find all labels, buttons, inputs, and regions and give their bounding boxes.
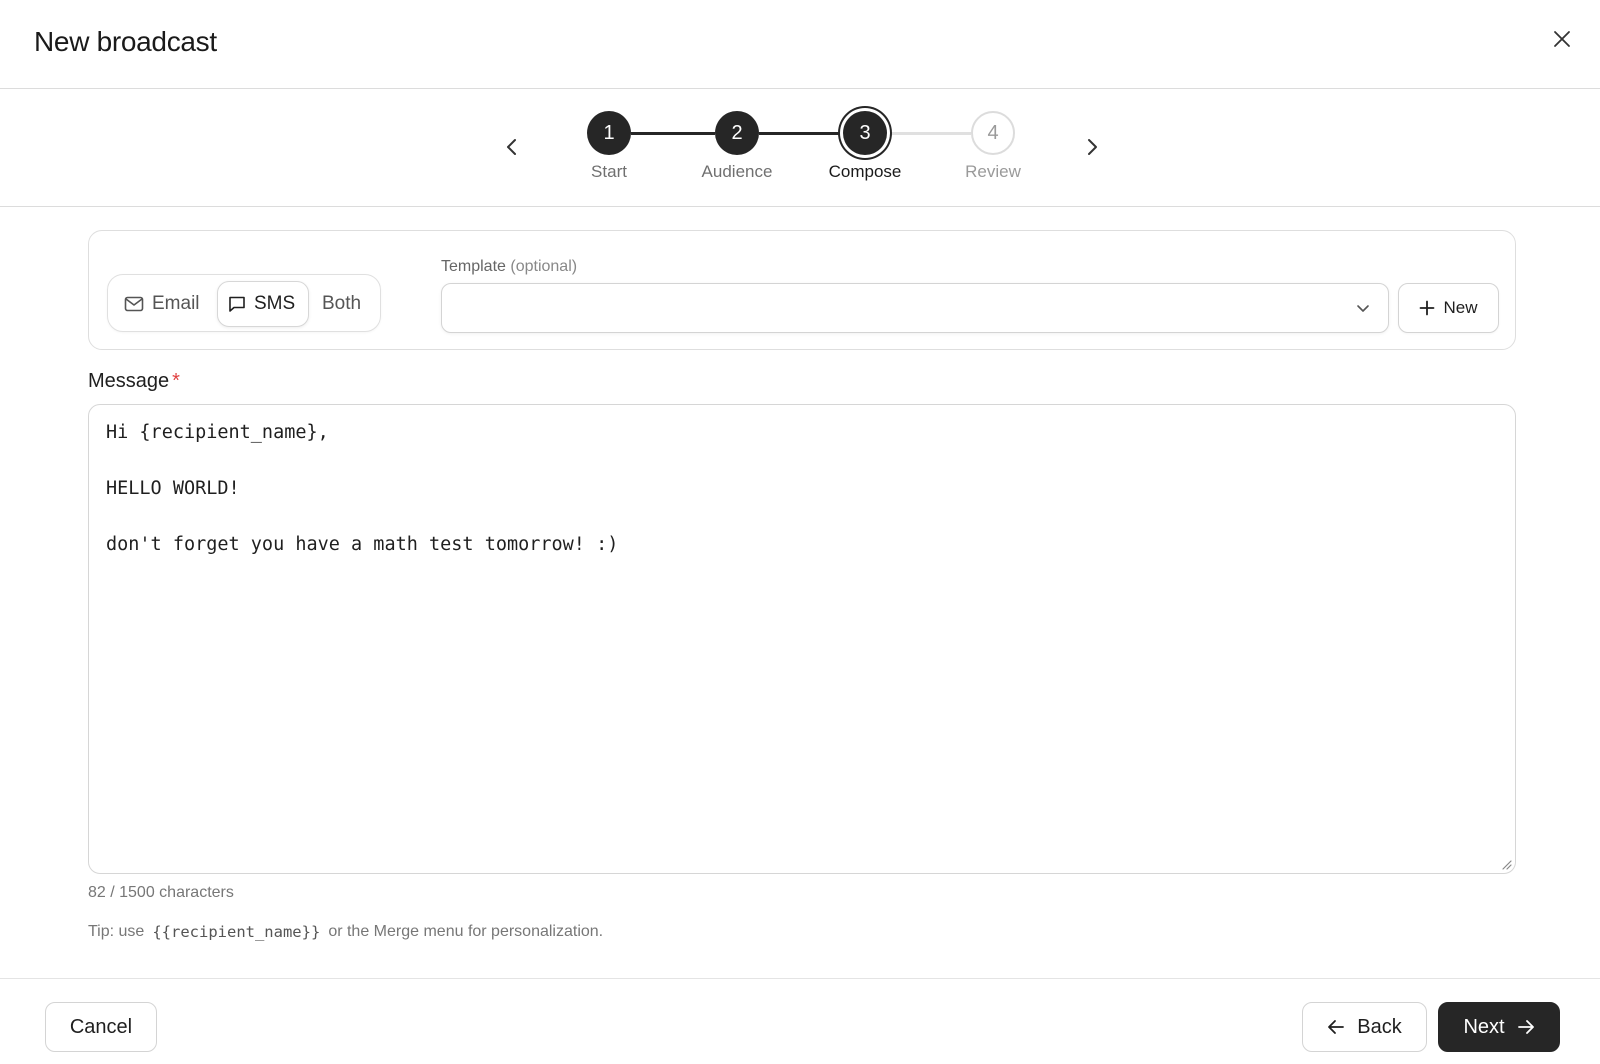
stepper: 1 Start 2 Audience 3 Compose 4 Review — [0, 89, 1600, 207]
dialog-footer: Cancel Back Next — [0, 978, 1600, 1064]
template-optional-text: (optional) — [510, 258, 578, 275]
character-count: 82 / 1500 characters — [88, 884, 234, 901]
tip-code: {{recipient_name}} — [152, 923, 321, 941]
stepper-next-button[interactable] — [1080, 135, 1104, 159]
step-connector-1-2 — [631, 132, 715, 135]
mail-icon — [124, 296, 144, 312]
new-template-label: New — [1443, 298, 1478, 317]
template-label-text: Template — [441, 258, 506, 275]
step-label: Review — [965, 162, 1021, 181]
step-number: 1 — [587, 111, 631, 155]
message-label: Message * — [88, 370, 180, 393]
template-label: Template (optional) — [441, 258, 577, 276]
close-icon — [1554, 31, 1570, 47]
channel-both-label: Both — [322, 293, 362, 314]
next-button-label: Next — [1463, 1015, 1505, 1038]
close-button[interactable] — [1547, 24, 1577, 54]
resize-handle-icon[interactable] — [1500, 858, 1512, 870]
step-label: Compose — [828, 162, 902, 181]
dialog-header: New broadcast — [0, 0, 1600, 89]
back-button-label: Back — [1357, 1015, 1402, 1038]
personalization-tip: Tip: use {{recipient_name}} or the Merge… — [88, 923, 603, 941]
new-template-button[interactable]: New — [1398, 283, 1499, 333]
template-select[interactable] — [441, 283, 1389, 333]
tip-suffix: or the Merge menu for personalization. — [328, 923, 604, 940]
arrow-left-icon — [1328, 1020, 1345, 1034]
message-icon — [229, 296, 245, 312]
message-text: Hi {recipient_name}, HELLO WORLD! don't … — [106, 422, 619, 555]
required-mark: * — [172, 370, 180, 392]
step-number: 4 — [971, 111, 1015, 155]
step-label: Start — [591, 162, 627, 181]
stepper-prev-button[interactable] — [500, 135, 524, 159]
channel-email-label: Email — [152, 293, 200, 314]
dialog-title: New broadcast — [34, 26, 217, 57]
message-textarea[interactable]: Hi {recipient_name}, HELLO WORLD! don't … — [88, 404, 1516, 874]
channel-sms-label: SMS — [254, 293, 296, 314]
channel-both-option[interactable]: Both — [312, 281, 376, 327]
tip-prefix: Tip: use — [88, 923, 145, 940]
channel-email-option[interactable]: Email — [114, 281, 214, 327]
chevron-down-icon — [1357, 305, 1369, 312]
step-connector-3-4 — [887, 132, 971, 135]
chevron-right-icon — [1088, 139, 1097, 155]
step-number: 3 — [843, 111, 887, 155]
cancel-button[interactable]: Cancel — [45, 1002, 157, 1052]
plus-icon — [1420, 300, 1435, 316]
next-button[interactable]: Next — [1438, 1002, 1560, 1052]
chevron-left-icon — [507, 139, 516, 155]
channel-sms-option[interactable]: SMS — [217, 281, 309, 327]
channel-template-card: Email SMS Both Template (optional) New — [88, 230, 1516, 350]
message-label-text: Message — [88, 370, 170, 392]
step-label: Audience — [701, 162, 773, 181]
step-number: 2 — [715, 111, 759, 155]
arrow-right-icon — [1517, 1020, 1534, 1034]
cancel-button-label: Cancel — [69, 1015, 133, 1038]
step-connector-2-3 — [759, 132, 843, 135]
channel-segmented-control: Email SMS Both — [107, 274, 381, 332]
back-button[interactable]: Back — [1302, 1002, 1427, 1052]
